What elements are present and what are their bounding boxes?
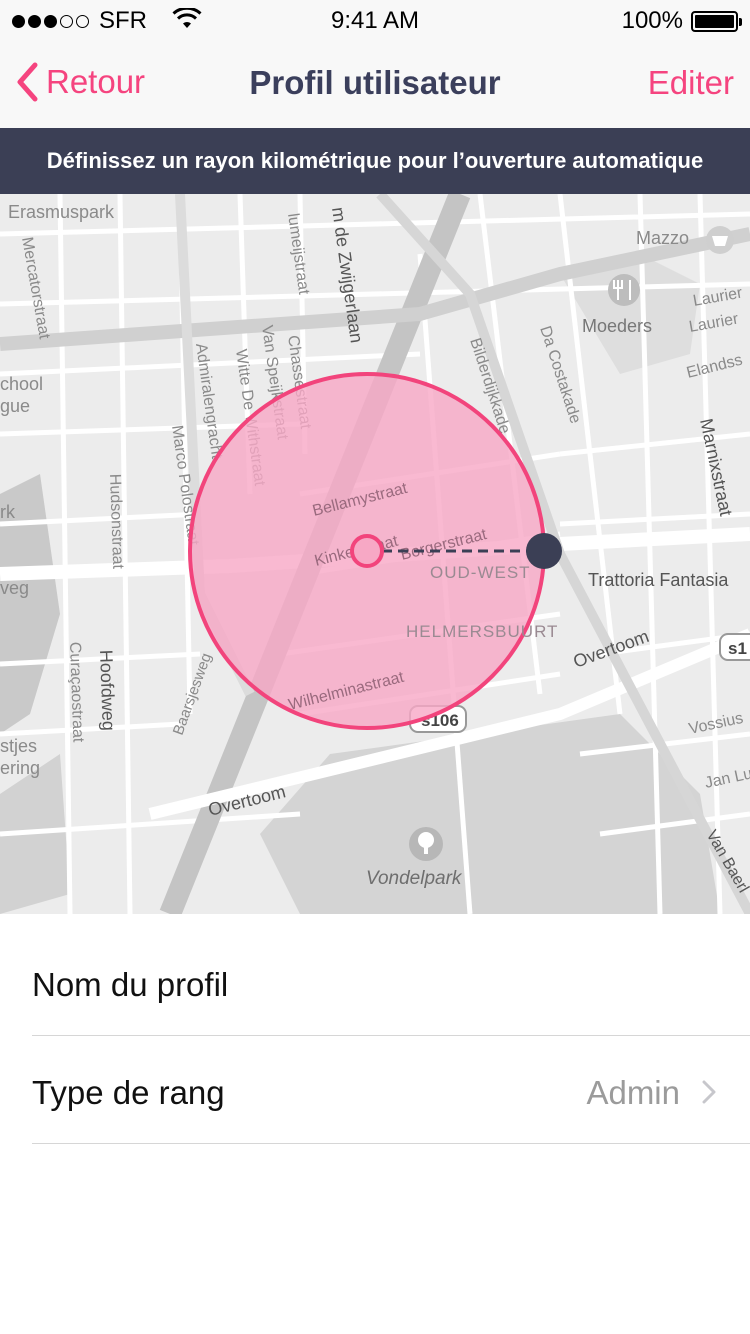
profile-name-row[interactable]: Nom du profil	[32, 928, 750, 1036]
chevron-right-icon	[702, 1080, 716, 1104]
map-label: Moeders	[582, 316, 652, 336]
map-label: Vondelpark	[366, 868, 463, 889]
park-tree-icon	[409, 827, 443, 861]
map-label: Curaçaostraat	[66, 642, 87, 744]
map-label: veg	[0, 578, 29, 598]
map-label: Erasmuspark	[8, 202, 115, 222]
road-shield-label: s1	[728, 639, 747, 658]
status-bar: SFR 9:41 AM 100%	[0, 0, 750, 40]
map-label: rk	[0, 502, 16, 522]
edit-button[interactable]: Editer	[648, 64, 734, 102]
map-label: HELMERSBUURT	[406, 622, 558, 641]
battery-icon	[691, 10, 742, 32]
rank-type-label: Type de rang	[32, 1074, 225, 1111]
profile-name-label: Nom du profil	[32, 966, 229, 1003]
map-view[interactable]: Erasmuspark chool gue rk veg stjes ering…	[0, 194, 750, 914]
radius-drag-handle[interactable]	[526, 533, 562, 569]
restaurant-icon	[608, 274, 640, 306]
status-right: 100%	[621, 7, 742, 35]
map-canvas: Erasmuspark chool gue rk veg stjes ering…	[0, 194, 750, 914]
center-point-marker	[350, 534, 384, 568]
map-label: Hudsonstraat	[106, 474, 126, 570]
rank-type-value: Admin	[586, 1074, 680, 1111]
instruction-banner: Définissez un rayon kilométrique pour l’…	[0, 128, 750, 194]
map-label: stjes	[0, 736, 37, 756]
map-label: Mazzo	[636, 228, 689, 248]
map-label: Trattoria Fantasia	[588, 570, 729, 590]
map-label: OUD-WEST	[430, 563, 531, 582]
map-label: ering	[0, 758, 40, 778]
battery-percentage: 100%	[621, 7, 683, 34]
navigation-bar: Retour Profil utilisateur Editer	[0, 40, 750, 128]
map-label: Hoofdweg	[96, 649, 119, 731]
map-label: chool	[0, 374, 43, 394]
page-title: Profil utilisateur	[249, 64, 501, 101]
shopping-basket-icon	[706, 226, 734, 254]
rank-type-row[interactable]: Type de rang Admin	[32, 1036, 750, 1144]
map-label: gue	[0, 396, 30, 416]
